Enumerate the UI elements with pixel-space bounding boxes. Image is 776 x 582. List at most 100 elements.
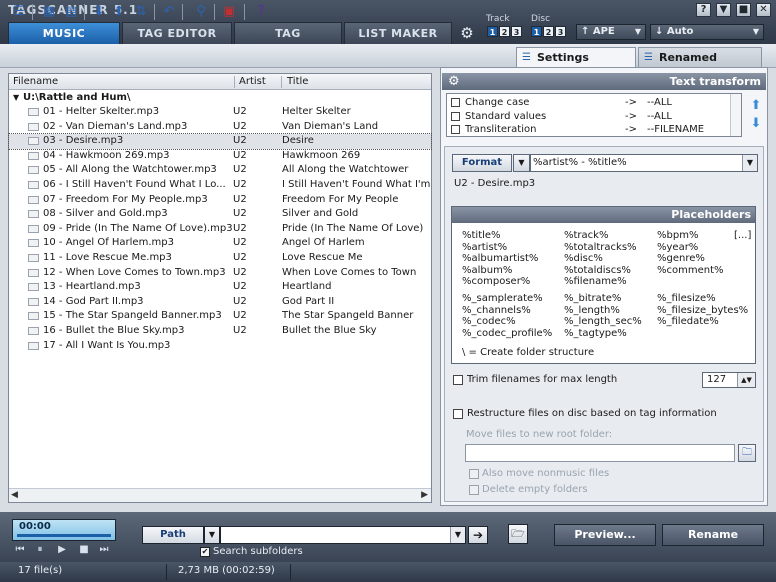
placeholder-item[interactable]: %track% — [564, 230, 608, 242]
text-transform-item[interactable]: Transliteration -> --FILENAME — [451, 123, 731, 136]
move-down-icon[interactable]: ⬇ — [748, 116, 764, 132]
column-header-title[interactable]: Title — [285, 76, 431, 88]
table-row[interactable]: 05 - All Along the Watchtower.mp3 U2 All A… — [9, 163, 431, 178]
format-button[interactable]: Format — [452, 154, 512, 172]
placeholder-item[interactable]: %_length% — [564, 305, 620, 317]
filter-icon[interactable]: ▣ — [220, 3, 238, 21]
placeholder-item[interactable]: %_filedate% — [657, 316, 719, 328]
placeholder-item[interactable]: %_codec_profile% — [462, 328, 552, 340]
chevron-down-icon[interactable]: ▼ — [742, 155, 757, 171]
move-down-icon[interactable]: ⬇ — [90, 3, 108, 21]
track-3[interactable]: 3 — [511, 26, 522, 37]
previous-icon[interactable]: ⏮ — [14, 544, 26, 555]
preview-button[interactable]: Preview... — [554, 524, 656, 546]
next-icon[interactable]: ⏭ — [98, 544, 110, 555]
table-row[interactable]: 13 - Heartland.mp3 U2 Heartland — [9, 280, 431, 295]
column-header-filename[interactable]: Filename — [13, 76, 235, 88]
go-arrow-icon[interactable]: ➔ — [468, 526, 488, 544]
file-list[interactable]: Filename Artist Title ▼ U:\Rattle and Hu… — [8, 73, 432, 503]
path-dropdown-button[interactable]: ▼ — [204, 526, 220, 544]
placeholder-item[interactable]: %title% — [462, 230, 501, 242]
move-up-icon[interactable]: ⬆ — [110, 3, 128, 21]
track-2[interactable]: 2 — [499, 26, 510, 37]
placeholder-item[interactable]: %album% — [462, 265, 512, 277]
delete-empty-checkbox[interactable] — [469, 485, 479, 495]
undo-icon[interactable]: ↶ — [160, 3, 178, 21]
placeholder-item[interactable]: %totaldiscs% — [564, 265, 631, 277]
text-transform-item[interactable]: Change case -> --ALL — [451, 96, 731, 109]
path-input[interactable]: ▼ — [220, 526, 466, 544]
browse-folder-icon[interactable]: 🗀 — [738, 444, 756, 462]
column-header-artist[interactable]: Artist — [237, 76, 282, 88]
sort-icon[interactable]: ⇅ — [132, 3, 150, 21]
chevron-down-icon[interactable]: ▼ — [450, 527, 465, 543]
also-move-checkbox[interactable] — [469, 469, 479, 479]
folder-row[interactable]: ▼ U:\Rattle and Hum\ — [9, 91, 431, 105]
placeholders-more[interactable]: [...] — [734, 230, 751, 241]
format-input[interactable]: %artist% - %title% ▼ — [530, 154, 758, 172]
tab-renamed[interactable]: ☰ Renamed — [638, 47, 762, 67]
table-row[interactable]: 03 - Desire.mp3 U2 Desire — [8, 133, 432, 150]
trim-length-spinner[interactable]: 127 ▲▼ — [702, 372, 756, 388]
trim-checkbox[interactable] — [453, 375, 463, 385]
tab-list-maker[interactable]: LIST MAKER — [344, 22, 452, 44]
transform-checkbox[interactable] — [451, 111, 460, 121]
placeholder-item[interactable]: %disc% — [564, 253, 603, 265]
root-folder-input[interactable] — [465, 444, 735, 462]
table-row[interactable]: 11 - Love Rescue Me.mp3 U2 Love Rescue Me — [9, 251, 431, 266]
table-row[interactable]: 07 - Freedom For My People.mp3 U2 Freedom … — [9, 193, 431, 208]
disc-1[interactable]: 1 — [531, 26, 542, 37]
placeholder-item[interactable]: %artist% — [462, 242, 507, 254]
placeholder-item[interactable]: %_length_sec% — [564, 316, 642, 328]
table-row[interactable]: 01 - Helter Skelter.mp3 U2 Helter Skelter — [9, 105, 431, 120]
play-icon[interactable]: ▶ — [56, 544, 68, 555]
placeholder-item[interactable]: %bpm% — [657, 230, 698, 242]
table-row[interactable]: 04 - Hawkmoon 269.mp3 U2 Hawkmoon 269 — [9, 149, 431, 164]
minimize-button[interactable]: ▼ — [716, 3, 731, 17]
table-row[interactable]: 15 - The Star Spangeld Banner.mp3 U2 The S… — [9, 309, 431, 324]
tab-settings[interactable]: ☰ Settings — [516, 47, 636, 67]
open-folder-icon[interactable]: 🗁 — [508, 524, 528, 544]
placeholder-item[interactable]: %_channels% — [462, 305, 531, 317]
path-button[interactable]: Path — [142, 526, 204, 544]
tab-tag-editor[interactable]: TAG EDITOR — [122, 22, 232, 44]
scroll-right-icon[interactable]: ▶ — [421, 490, 428, 500]
expand-triangle-icon[interactable]: ▼ — [13, 91, 19, 105]
text-transform-scrollbar[interactable] — [730, 94, 741, 136]
restructure-checkbox[interactable] — [453, 409, 463, 419]
placeholder-item[interactable]: %albumartist% — [462, 253, 538, 265]
tab-tag-processor[interactable]: TAG PROCESSOR — [234, 22, 342, 62]
transform-checkbox[interactable] — [451, 98, 460, 107]
placeholder-item[interactable]: %year% — [657, 242, 698, 254]
placeholder-item[interactable]: %_codec% — [462, 316, 516, 328]
table-row[interactable]: 12 - When Love Comes to Town.mp3 U2 When L… — [9, 266, 431, 281]
table-row[interactable]: 08 - Silver and Gold.mp3 U2 Silver and Gol… — [9, 207, 431, 222]
player-progress[interactable] — [17, 534, 111, 537]
transform-checkbox[interactable] — [451, 125, 460, 134]
table-row[interactable]: 14 - God Part II.mp3 U2 God Part II — [9, 295, 431, 310]
gear-icon[interactable]: ⚙ — [458, 24, 476, 42]
pause-icon[interactable]: ⏸ — [34, 544, 46, 555]
stop-icon[interactable]: ■ — [78, 544, 90, 555]
placeholder-item[interactable]: %_filesize% — [657, 293, 716, 305]
table-row[interactable]: 06 - I Still Haven't Found What I Lo... U… — [9, 178, 431, 193]
spinner-arrows-icon[interactable]: ▲▼ — [737, 373, 755, 387]
format-dropdown-button[interactable]: ▼ — [513, 154, 530, 172]
placeholder-item[interactable]: %composer% — [462, 276, 530, 288]
search-subfolders-checkbox[interactable]: ✔ — [200, 547, 210, 557]
gear-icon[interactable]: ⚙ — [448, 73, 460, 90]
maximize-button[interactable]: ■ — [736, 3, 751, 17]
tab-music-renamer[interactable]: MUSIC RENAMER — [8, 22, 120, 62]
text-transform-list[interactable]: Change case -> --ALL Standard values -> --ALL… — [446, 93, 742, 137]
table-row[interactable]: 09 - Pride (In The Name Of Love).mp3 U2 Pr… — [9, 222, 431, 237]
thumbnail-view-icon[interactable]: ▤ — [62, 3, 80, 21]
rename-button[interactable]: Rename — [662, 524, 764, 546]
table-row[interactable]: 10 - Angel Of Harlem.mp3 U2 Angel Of Harle… — [9, 236, 431, 251]
table-row[interactable]: 17 - All I Want Is You.mp3 — [9, 339, 431, 354]
help-icon[interactable]: ? — [252, 3, 270, 21]
placeholder-item[interactable]: %_tagtype% — [564, 328, 627, 340]
text-transform-item[interactable]: Standard values -> --ALL — [451, 110, 731, 123]
placeholder-item[interactable]: %genre% — [657, 253, 705, 265]
scroll-left-icon[interactable]: ◀ — [11, 490, 18, 500]
placeholder-item[interactable]: %_filesize_bytes% — [657, 305, 748, 317]
